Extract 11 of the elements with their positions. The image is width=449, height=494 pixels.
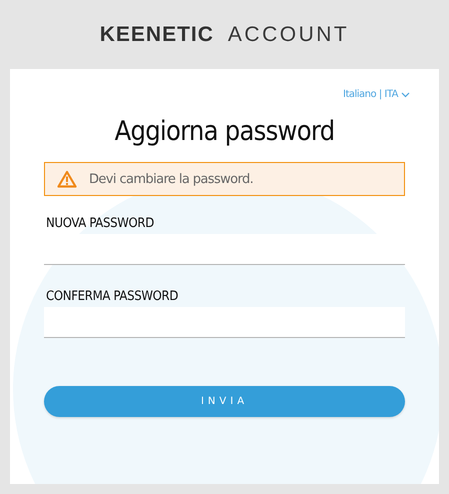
language-selector[interactable]: Italiano | ITA xyxy=(343,89,410,100)
submit-button[interactable]: INVIA xyxy=(44,386,405,417)
password-field[interactable] xyxy=(44,307,405,338)
brand-logo: KEENETIC xyxy=(100,22,214,46)
field-label: CONFERMA PASSWORD xyxy=(45,288,180,306)
alert-message: Devi cambiare la password. xyxy=(89,172,254,186)
page-title: Aggiorna password xyxy=(114,116,336,147)
chevron-down-icon xyxy=(401,92,410,98)
product-name: ACCOUNT xyxy=(228,22,350,46)
warning-icon xyxy=(57,170,77,188)
field-label: NUOVA PASSWORD xyxy=(45,215,155,233)
